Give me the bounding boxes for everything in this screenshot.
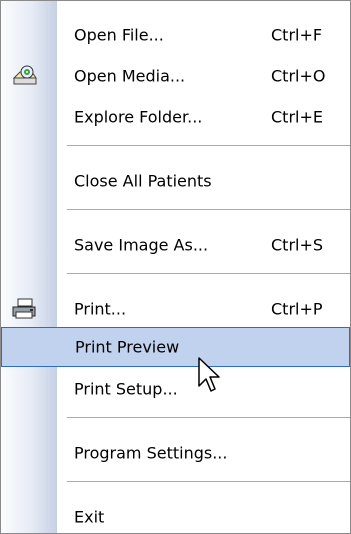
menu-item-label: Print Preview xyxy=(75,337,180,357)
menu-separator xyxy=(67,417,350,418)
menu-item-print-preview[interactable]: Print Preview xyxy=(1,327,350,367)
menu-item-shortcut: Ctrl+O xyxy=(271,66,326,86)
menu-item-label: Open Media... xyxy=(74,66,186,86)
menu-item-save-image-as[interactable]: Save Image As... Ctrl+S xyxy=(1,225,350,265)
menu-item-close-all-patients[interactable]: Close All Patients xyxy=(1,161,350,201)
menu-item-print-setup[interactable]: Print Setup... xyxy=(1,369,350,409)
menu-item-shortcut: Ctrl+F xyxy=(271,25,323,45)
menu-item-print[interactable]: Print... Ctrl+P xyxy=(1,289,350,329)
menu-item-shortcut: Ctrl+S xyxy=(271,235,324,255)
menu-item-shortcut: Ctrl+P xyxy=(271,299,323,319)
media-disc-icon xyxy=(10,64,38,88)
menu-item-label: Exit xyxy=(74,507,105,527)
menu-item-label: Explore Folder... xyxy=(74,107,203,127)
menu-item-label: Save Image As... xyxy=(74,235,209,255)
menu-item-label: Print Setup... xyxy=(74,379,178,399)
menu-item-program-settings[interactable]: Program Settings... xyxy=(1,433,350,473)
menu-item-shortcut: Ctrl+E xyxy=(271,107,323,127)
menu-item-open-file[interactable]: Open File... Ctrl+F xyxy=(1,15,350,55)
menu-item-explore-folder[interactable]: Explore Folder... Ctrl+E xyxy=(1,97,350,137)
printer-icon xyxy=(10,297,38,321)
menu-item-label: Close All Patients xyxy=(74,171,212,191)
file-menu: Open File... Ctrl+F Open Media... Ctrl+O… xyxy=(0,0,351,534)
menu-item-open-media[interactable]: Open Media... Ctrl+O xyxy=(1,56,350,96)
menu-item-label: Program Settings... xyxy=(74,443,228,463)
mouse-pointer-icon xyxy=(197,356,221,396)
menu-separator xyxy=(67,145,350,146)
menu-item-label: Print... xyxy=(74,299,127,319)
menu-item-exit[interactable]: Exit xyxy=(1,497,350,533)
menu-item-label: Open File... xyxy=(74,25,164,45)
menu-separator xyxy=(67,481,350,482)
menu-separator xyxy=(67,209,350,210)
menu-separator xyxy=(67,273,350,274)
